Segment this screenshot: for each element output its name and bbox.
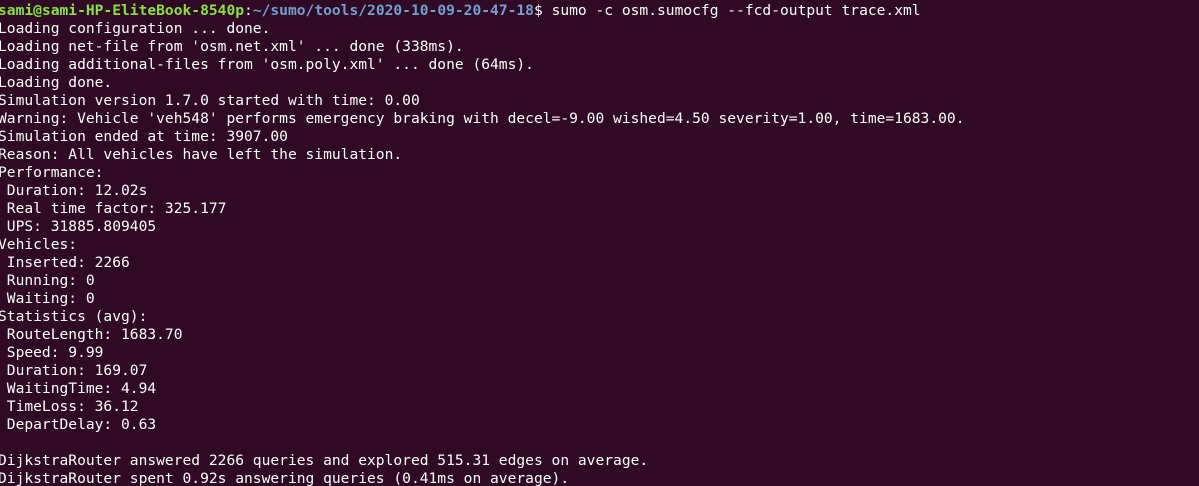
output-line-statistics-heading: Statistics (avg):: [0, 308, 148, 325]
prompt-command: sumo -c osm.sumocfg --fcd-output trace.x…: [551, 2, 921, 19]
output-line-warning: Warning: Vehicle 'veh548' performs emerg…: [0, 110, 965, 127]
prompt-separator: :: [244, 2, 253, 19]
prompt-line: sami@sami-HP-EliteBook-8540p:~/sumo/tool…: [0, 2, 1197, 20]
output-line-loading-config: Loading configuration ... done.: [0, 20, 271, 37]
output-line-stat-waitingtime: WaitingTime: 4.94: [0, 380, 157, 397]
terminal-window[interactable]: sami@sami-HP-EliteBook-8540p:~/sumo/tool…: [0, 0, 1197, 486]
output-line-perf-duration: Duration: 12.02s: [0, 182, 148, 199]
output-line-perf-ups: UPS: 31885.809405: [0, 218, 157, 235]
output-line-loading-net: Loading net-file from 'osm.net.xml' ... …: [0, 38, 464, 55]
prompt-user-host: sami@sami-HP-EliteBook-8540p: [0, 2, 245, 19]
output-line-router-answered: DijkstraRouter answered 2266 queries and…: [0, 452, 649, 469]
output-line-perf-rtf: Real time factor: 325.177: [0, 200, 227, 217]
output-line-veh-inserted: Inserted: 2266: [0, 254, 130, 271]
output-line-stat-duration: Duration: 169.07: [0, 362, 148, 379]
output-line-vehicles-heading: Vehicles:: [0, 236, 78, 253]
output-line-sim-version: Simulation version 1.7.0 started with ti…: [0, 92, 420, 109]
output-line-stat-departdelay: DepartDelay: 0.63: [0, 416, 157, 433]
output-line-sim-ended: Simulation ended at time: 3907.00: [0, 128, 288, 145]
output-line-loading-additional: Loading additional-files from 'osm.poly.…: [0, 56, 534, 73]
output-line-stat-speed: Speed: 9.99: [0, 344, 104, 361]
output-line-reason: Reason: All vehicles have left the simul…: [0, 146, 403, 163]
prompt-path: ~/sumo/tools/2020-10-09-20-47-18: [252, 2, 534, 19]
output-line-blank: [0, 434, 1197, 452]
output-line-veh-waiting: Waiting: 0: [0, 290, 95, 307]
output-line-stat-timeloss: TimeLoss: 36.12: [0, 398, 139, 415]
output-line-loading-done: Loading done.: [0, 74, 113, 91]
output-line-performance-heading: Performance:: [0, 164, 104, 181]
output-line-veh-running: Running: 0: [0, 272, 95, 289]
output-line-stat-routelength: RouteLength: 1683.70: [0, 326, 183, 343]
output-line-router-spent: DijkstraRouter spent 0.92s answering que…: [0, 470, 570, 486]
prompt-symbol: $: [533, 2, 552, 19]
